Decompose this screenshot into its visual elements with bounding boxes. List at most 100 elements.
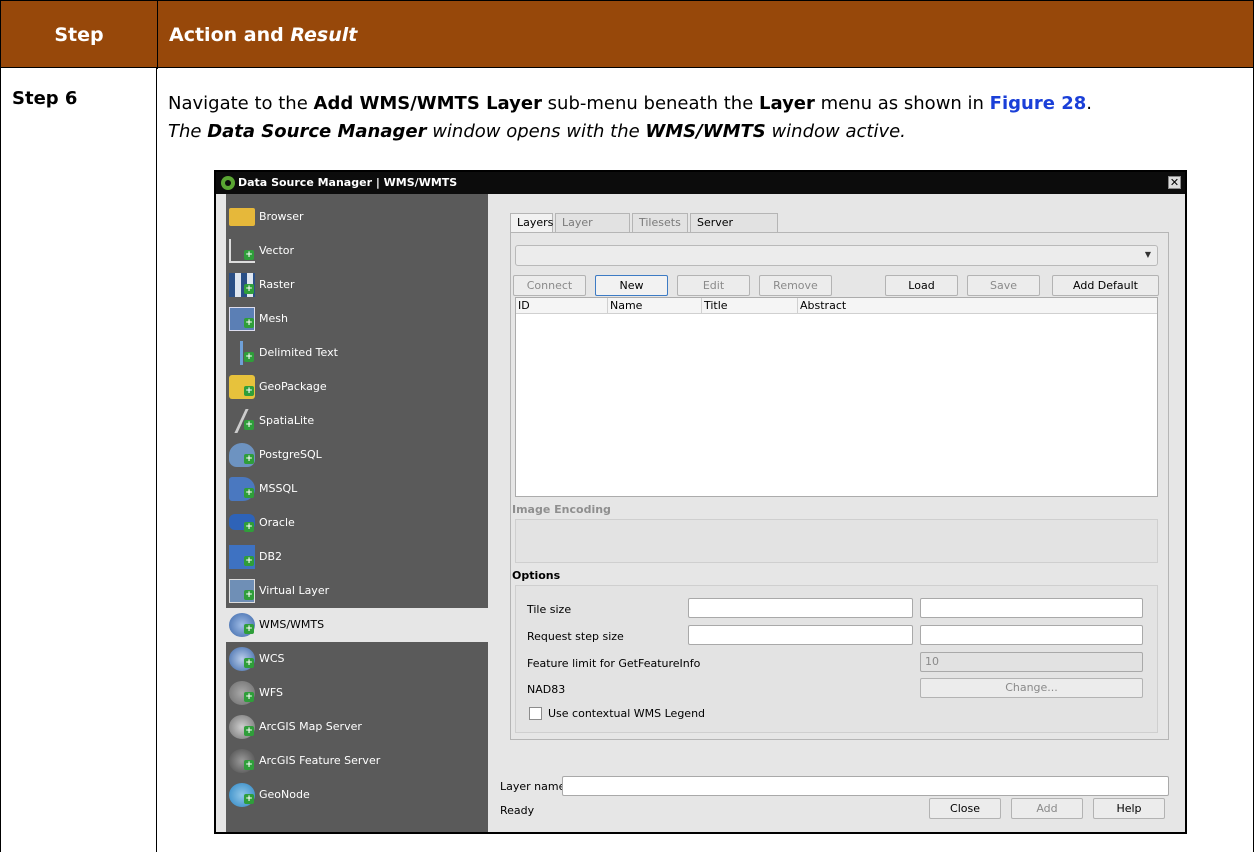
plus-badge-icon: + — [244, 624, 254, 634]
tile-width-input[interactable] — [688, 598, 913, 618]
tab-server-search[interactable]: Server Search — [690, 213, 778, 247]
plus-badge-icon: + — [244, 726, 254, 736]
window-title: Data Source Manager | WMS/WMTS — [238, 176, 458, 189]
sidebar-item-vector[interactable]: + Vector — [226, 234, 488, 268]
column-title[interactable]: Title — [702, 298, 798, 314]
sidebar-item-mssql[interactable]: + MSSQL — [226, 472, 488, 506]
change-crs-button[interactable]: Change... — [920, 678, 1143, 698]
contextual-legend-checkbox[interactable] — [529, 707, 542, 720]
sidebar-item-label: ArcGIS Feature Server — [259, 754, 381, 767]
chevron-down-icon: ▼ — [1144, 250, 1151, 259]
plus-badge-icon: + — [244, 284, 254, 294]
connection-select[interactable]: ▼ — [515, 245, 1158, 266]
sidebar-item-virtual-layer[interactable]: + Virtual Layer — [226, 574, 488, 608]
sidebar-item-db2[interactable]: + DB2 — [226, 540, 488, 574]
table-header-row: ID Name Title Abstract — [516, 298, 1157, 314]
help-button[interactable]: Help — [1093, 798, 1165, 819]
tile-height-input[interactable] — [920, 598, 1143, 618]
connect-button[interactable]: Connect — [513, 275, 586, 296]
sidebar-item-label: GeoPackage — [259, 380, 327, 393]
plus-badge-icon: + — [244, 318, 254, 328]
figure-link[interactable]: Figure 28 — [990, 93, 1087, 114]
sidebar-item-label: WCS — [259, 652, 285, 665]
plus-badge-icon: + — [244, 522, 254, 532]
sidebar-item-label: Raster — [259, 278, 295, 291]
sidebar-item-label: Vector — [259, 244, 295, 257]
contextual-legend-label: Use contextual WMS Legend — [548, 707, 706, 720]
sidebar-item-label: MSSQL — [259, 482, 298, 495]
column-id[interactable]: ID — [516, 298, 608, 314]
tile-size-label: Tile size — [527, 603, 572, 616]
header-step: Step — [54, 24, 104, 46]
sidebar-item-label: GeoNode — [259, 788, 310, 801]
step-width-input[interactable] — [688, 625, 913, 645]
add-button[interactable]: Add — [1011, 798, 1083, 819]
sidebar-item-geopackage[interactable]: + GeoPackage — [226, 370, 488, 404]
instruction-text: Navigate to the Add WMS/WMTS Layer sub-m… — [168, 93, 1092, 142]
new-button[interactable]: New — [595, 275, 668, 296]
layer-name-label: Layer name — [500, 780, 566, 793]
close-button[interactable]: Close — [929, 798, 1001, 819]
cell-border — [156, 68, 157, 852]
load-button[interactable]: Load — [885, 275, 958, 296]
plus-badge-icon: + — [244, 692, 254, 702]
plus-badge-icon: + — [244, 420, 254, 430]
column-abstract[interactable]: Abstract — [798, 298, 1157, 314]
sidebar-item-label: Browser — [259, 210, 304, 223]
options-label: Options — [512, 569, 561, 582]
sidebar-item-label: ArcGIS Map Server — [259, 720, 362, 733]
folder-icon — [229, 208, 255, 226]
step-height-input[interactable] — [920, 625, 1143, 645]
plus-badge-icon: + — [244, 488, 254, 498]
sidebar-item-wms-wmts[interactable]: + WMS/WMTS — [226, 608, 488, 642]
sidebar-item-arcgis-map-server[interactable]: + ArcGIS Map Server — [226, 710, 488, 744]
data-source-manager-window: Data Source Manager | WMS/WMTS ✕ Browser… — [214, 170, 1187, 834]
tab-layer-order[interactable]: Layer Order — [555, 213, 630, 247]
sidebar-item-label: Virtual Layer — [259, 584, 330, 597]
sidebar-item-label: Delimited Text — [259, 346, 338, 359]
sidebar-item-label: WMS/WMTS — [259, 618, 325, 631]
sidebar-item-mesh[interactable]: + Mesh — [226, 302, 488, 336]
sidebar-item-label: PostgreSQL — [259, 448, 322, 461]
status-text: Ready — [500, 804, 535, 817]
sidebar-item-label: WFS — [259, 686, 283, 699]
close-icon[interactable]: ✕ — [1168, 176, 1181, 189]
layer-name-input[interactable] — [562, 776, 1169, 796]
sidebar-item-delimited-text[interactable]: + Delimited Text — [226, 336, 488, 370]
sidebar-item-arcgis-feature-server[interactable]: + ArcGIS Feature Server — [226, 744, 488, 778]
window-titlebar[interactable]: Data Source Manager | WMS/WMTS ✕ — [216, 172, 1185, 194]
layers-table[interactable]: ID Name Title Abstract — [515, 297, 1158, 497]
column-name[interactable]: Name — [608, 298, 702, 314]
sidebar-item-wfs[interactable]: + WFS — [226, 676, 488, 710]
plus-badge-icon: + — [244, 760, 254, 770]
crs-label: NAD83 — [527, 683, 566, 696]
edit-button[interactable]: Edit — [677, 275, 750, 296]
sidebar-item-raster[interactable]: + Raster — [226, 268, 488, 302]
sidebar-item-postgresql[interactable]: + PostgreSQL — [226, 438, 488, 472]
delimited-text-icon — [229, 341, 243, 365]
sidebar-item-browser[interactable]: Browser — [226, 200, 488, 234]
save-button[interactable]: Save — [967, 275, 1040, 296]
remove-button[interactable]: Remove — [759, 275, 832, 296]
feature-limit-input[interactable]: 10 — [920, 652, 1143, 672]
plus-badge-icon: + — [244, 352, 254, 362]
request-step-label: Request step size — [527, 630, 624, 643]
source-sidebar: Browser + Vector + Raster + Mesh + Delimited Tex… — [223, 194, 488, 832]
sidebar-item-geonode[interactable]: + GeoNode — [226, 778, 488, 812]
plus-badge-icon: + — [244, 454, 254, 464]
tab-layers[interactable]: Layers — [510, 213, 553, 233]
plus-badge-icon: + — [244, 556, 254, 566]
table-header: Step Action and Result — [0, 0, 1254, 69]
add-default-servers-button[interactable]: Add Default Servers — [1052, 275, 1159, 311]
tab-tilesets[interactable]: Tilesets — [632, 213, 688, 233]
plus-badge-icon: + — [244, 658, 254, 668]
plus-badge-icon: + — [244, 250, 254, 260]
sidebar-item-label: SpatiaLite — [259, 414, 315, 427]
sidebar-item-label: Mesh — [259, 312, 288, 325]
sidebar-item-wcs[interactable]: + WCS — [226, 642, 488, 676]
sidebar-item-oracle[interactable]: + Oracle — [226, 506, 488, 540]
options-group: Tile size Request step size Feature limi… — [515, 585, 1158, 733]
sidebar-item-spatialite[interactable]: + SpatiaLite — [223, 404, 488, 438]
image-encoding-label: Image Encoding — [512, 503, 611, 516]
wms-panel: Layers Layer Order Tilesets Server Searc… — [488, 194, 1185, 832]
